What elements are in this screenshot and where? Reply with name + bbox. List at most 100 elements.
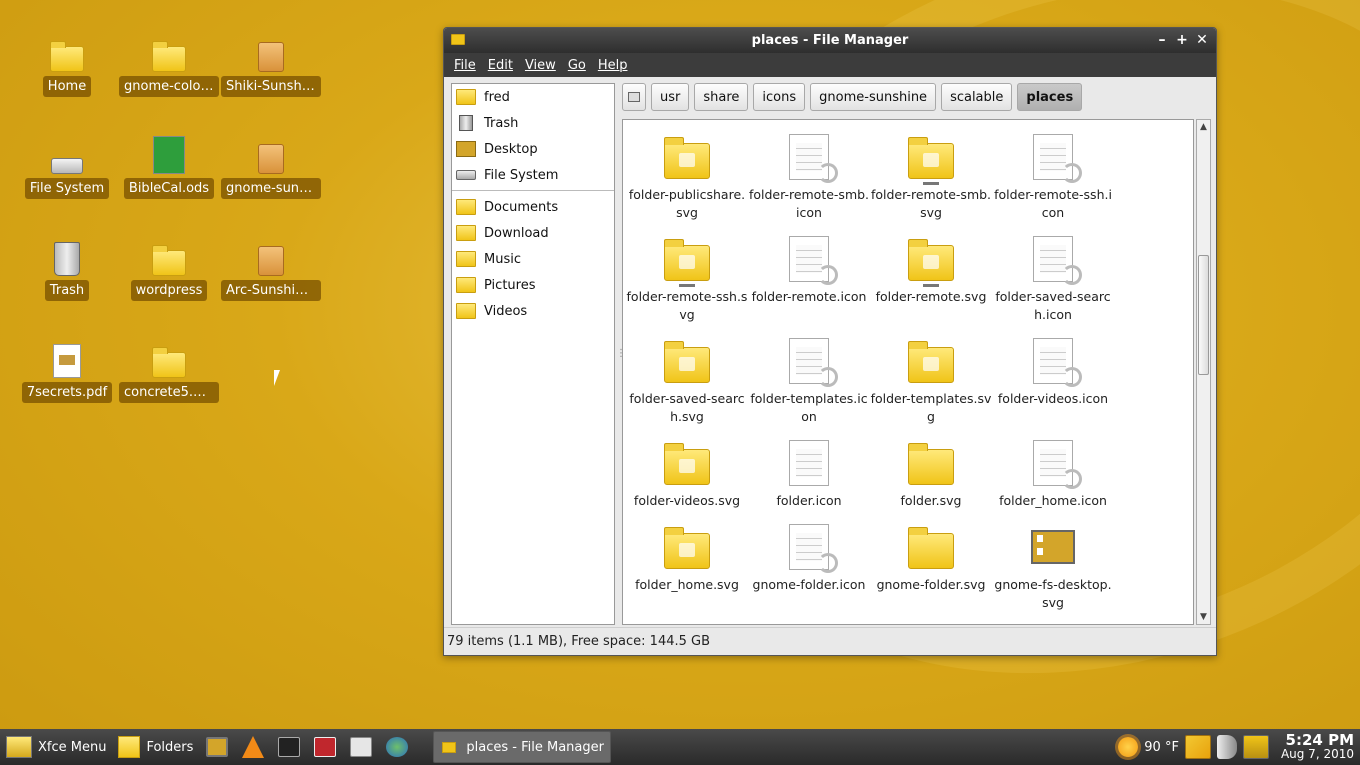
- network-stand-icon: [923, 284, 939, 287]
- file-item[interactable]: folder-publicshare.svg: [626, 128, 748, 222]
- xfce-menu-icon: [6, 736, 32, 758]
- desktop-icon-item[interactable]: Shiki-Sunshi…: [221, 30, 321, 101]
- path-button-usr[interactable]: usr: [651, 83, 690, 111]
- sidebar-item-download[interactable]: Download: [452, 220, 614, 246]
- mail-launcher[interactable]: [346, 734, 376, 760]
- minimize-button[interactable]: –: [1156, 31, 1168, 49]
- terminal-launcher[interactable]: [274, 734, 304, 760]
- file-item[interactable]: folder-templates.svg: [870, 332, 992, 426]
- desktop-icon-item[interactable]: File System: [17, 132, 117, 203]
- file-item[interactable]: folder-videos.icon: [992, 332, 1114, 408]
- text-file-icon: [789, 236, 838, 285]
- folder-remote-icon: [908, 137, 954, 185]
- task-file-manager[interactable]: places - File Manager: [433, 731, 612, 763]
- scroll-up-icon[interactable]: ▲: [1197, 120, 1210, 134]
- path-button-scalable[interactable]: scalable: [941, 83, 1013, 111]
- clock-time: 5:24 PM: [1285, 731, 1354, 749]
- xfce-menu-button[interactable]: Xfce Menu: [0, 729, 112, 765]
- menu-file[interactable]: File: [448, 58, 482, 73]
- folder-icon: [456, 251, 476, 267]
- title-bar[interactable]: places - File Manager – + ✕: [444, 28, 1216, 53]
- file-item[interactable]: folder_home.icon: [992, 434, 1114, 510]
- software-launcher[interactable]: [310, 734, 340, 760]
- scroll-down-icon[interactable]: ▼: [1197, 610, 1210, 624]
- file-item[interactable]: folder-remote.icon: [748, 230, 870, 306]
- file-item[interactable]: folder.svg: [870, 434, 992, 510]
- file-item[interactable]: folder-remote-smb.icon: [748, 128, 870, 222]
- desktop-icon: [1031, 530, 1075, 564]
- path-button-places[interactable]: places: [1017, 83, 1083, 111]
- file-item[interactable]: folder-saved-search.svg: [626, 332, 748, 426]
- sidebar-item-music[interactable]: Music: [452, 246, 614, 272]
- volume-icon[interactable]: [1216, 735, 1237, 759]
- close-button[interactable]: ✕: [1196, 31, 1208, 49]
- drive-icon: [17, 132, 117, 174]
- file-item[interactable]: gnome-fs-desktop.svg: [992, 518, 1114, 612]
- window-title: places - File Manager: [751, 33, 909, 48]
- menu-bar: File Edit View Go Help: [444, 53, 1216, 77]
- network-connection-icon[interactable]: [1242, 735, 1269, 759]
- file-item[interactable]: folder_home.svg: [626, 518, 748, 594]
- file-item[interactable]: folder-remote-ssh.svg: [626, 230, 748, 324]
- file-item[interactable]: gnome-folder.icon: [748, 518, 870, 594]
- folder-icon: [456, 277, 476, 293]
- sidebar-item-trash[interactable]: Trash: [452, 110, 614, 136]
- file-item[interactable]: folder-saved-search.icon: [992, 230, 1114, 324]
- folder-icon: [119, 234, 219, 276]
- desktop-icon-label: gnome-sunsh…: [221, 178, 321, 199]
- file-item[interactable]: folder-remote-ssh.icon: [992, 128, 1114, 222]
- file-manager-window[interactable]: places - File Manager – + ✕ File Edit Vi…: [443, 27, 1217, 656]
- desktop-icon-item[interactable]: Home: [17, 30, 117, 101]
- vertical-scrollbar[interactable]: ▲ ▼: [1196, 119, 1211, 625]
- file-item[interactable]: gnome-folder.svg: [870, 518, 992, 594]
- file-name: folder_home.icon: [999, 493, 1107, 508]
- icon-view[interactable]: folder-publicshare.svg folder-remote-smb.…: [622, 119, 1194, 625]
- drive-icon: [628, 92, 640, 102]
- desktop-icon-item[interactable]: gnome-color…: [119, 30, 219, 101]
- desktop-icon-item[interactable]: Arc-Sunshine…: [221, 234, 321, 305]
- weather-sun-icon[interactable]: [1118, 737, 1139, 757]
- desktop-icon-item[interactable]: wordpress: [119, 234, 219, 305]
- network-signal-icon[interactable]: [1184, 735, 1211, 759]
- maximize-button[interactable]: +: [1176, 31, 1188, 49]
- sidebar-item-pictures[interactable]: Pictures: [452, 272, 614, 298]
- file-item[interactable]: folder.icon: [748, 434, 870, 510]
- desktop-icon-item[interactable]: Trash: [17, 234, 117, 305]
- clock[interactable]: 5:24 PM Aug 7, 2010: [1281, 731, 1354, 762]
- desktop-icon-item[interactable]: BibleCal.ods: [119, 132, 219, 203]
- path-button-share[interactable]: share: [694, 83, 749, 111]
- folder-icon: [908, 527, 954, 569]
- sidebar-item-documents[interactable]: Documents: [452, 194, 614, 220]
- scrollbar-thumb[interactable]: [1198, 255, 1209, 375]
- folders-button[interactable]: Folders: [112, 729, 199, 765]
- sidebar-item-fred[interactable]: fred: [452, 84, 614, 110]
- mail-icon: [350, 737, 373, 757]
- weather-temperature[interactable]: 90 °F: [1144, 740, 1179, 755]
- file-name: gnome-folder.icon: [752, 577, 866, 592]
- sidebar-item-desktop[interactable]: Desktop: [452, 136, 614, 162]
- vlc-launcher[interactable]: [238, 734, 268, 760]
- path-button-gnome-sunshine[interactable]: gnome-sunshine: [810, 83, 937, 111]
- browser-launcher[interactable]: [382, 734, 412, 760]
- menu-edit[interactable]: Edit: [482, 58, 519, 73]
- desktop-icon-item[interactable]: concrete5.4.0.5: [119, 336, 219, 407]
- file-item[interactable]: folder-remote.svg: [870, 230, 992, 306]
- menu-view[interactable]: View: [519, 58, 562, 73]
- file-name: folder-videos.svg: [633, 493, 741, 508]
- symlink-arrow-icon: [818, 553, 838, 573]
- symlink-arrow-icon: [818, 163, 838, 183]
- desktop-icon-item[interactable]: 7secrets.pdf: [17, 336, 117, 407]
- path-root-button[interactable]: [622, 83, 646, 111]
- file-item[interactable]: folder-templates.icon: [748, 332, 870, 426]
- sidebar-item-file-system[interactable]: File System: [452, 162, 614, 188]
- file-item[interactable]: folder-remote-smb.svg: [870, 128, 992, 222]
- file-item[interactable]: folder-videos.svg: [626, 434, 748, 510]
- desktop-launcher[interactable]: [202, 734, 232, 760]
- menu-go[interactable]: Go: [562, 58, 592, 73]
- folder-remote-emblem-icon: [923, 255, 939, 269]
- menu-help[interactable]: Help: [592, 58, 634, 73]
- path-button-icons[interactable]: icons: [753, 83, 806, 111]
- file-name: folder-remote-ssh.svg: [626, 289, 748, 322]
- desktop-icon-item[interactable]: gnome-sunsh…: [221, 132, 321, 203]
- sidebar-item-videos[interactable]: Videos: [452, 298, 614, 324]
